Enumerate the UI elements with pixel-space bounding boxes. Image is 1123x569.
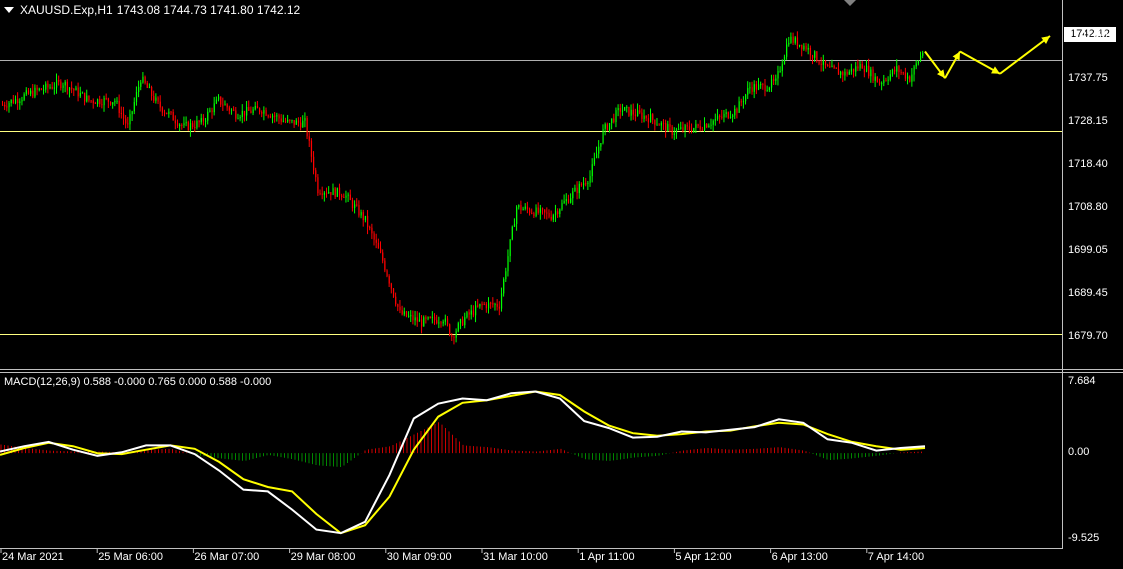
candle <box>405 310 408 318</box>
price-axis-label: 1737.75 <box>1068 72 1108 85</box>
symbol-label: XAUUSD.Exp,H1 <box>20 3 113 17</box>
candle <box>392 287 395 298</box>
price-axis-label: 1679.70 <box>1068 330 1108 343</box>
ohlc-values: 1743.08 1744.73 1741.80 1742.12 <box>116 3 301 17</box>
candle <box>449 323 451 337</box>
time-axis-label: 6 Apr 13:00 <box>771 551 828 563</box>
candle <box>317 174 319 196</box>
candle <box>816 50 818 63</box>
time-axis-label: 26 Mar 07:00 <box>194 551 260 563</box>
triangle-down-icon[interactable] <box>4 7 14 13</box>
time-axis-label: 7 Apr 14:00 <box>867 551 925 563</box>
time-axis-label: 29 Mar 08:00 <box>290 551 356 563</box>
price-axis-label: 1728.15 <box>1068 114 1108 127</box>
macd-header: MACD(12,26,9) 0.588 -0.000 0.765 0.000 0… <box>4 376 272 388</box>
candle <box>306 115 308 140</box>
candle <box>628 106 630 117</box>
candle <box>876 76 878 83</box>
candle <box>511 225 513 241</box>
time-axis-label: 1 Apr 11:00 <box>579 551 635 563</box>
macd-axis-label: -9.525 <box>1068 532 1100 544</box>
chart-canvas[interactable] <box>0 0 1123 569</box>
candle <box>624 106 626 111</box>
time-axis-label: 25 Mar 06:00 <box>98 551 164 563</box>
price-axis-label: 1718.40 <box>1068 158 1108 171</box>
candle <box>187 120 189 131</box>
time-axis-label: 30 Mar 09:00 <box>386 551 452 563</box>
chart-header: XAUUSD.Exp,H1 1743.08 1744.73 1741.80 17… <box>4 3 300 17</box>
time-axis-label: 5 Apr 12:00 <box>675 551 732 563</box>
price-axis-label: 1699.05 <box>1068 244 1108 257</box>
price-axis-label: 1708.80 <box>1068 200 1108 213</box>
macd-axis-label: 7.684 <box>1068 375 1096 387</box>
price-axis-label: 1689.45 <box>1068 286 1108 299</box>
macd-axis-label: 0.00 <box>1068 446 1090 459</box>
candle <box>386 269 388 278</box>
candle <box>336 187 338 198</box>
price-axis-label: 1747.50 <box>1068 28 1108 41</box>
time-axis-label: 31 Mar 10:00 <box>483 551 548 563</box>
time-axis-label: 24 Mar 2021 <box>2 551 64 563</box>
candle <box>457 321 459 333</box>
